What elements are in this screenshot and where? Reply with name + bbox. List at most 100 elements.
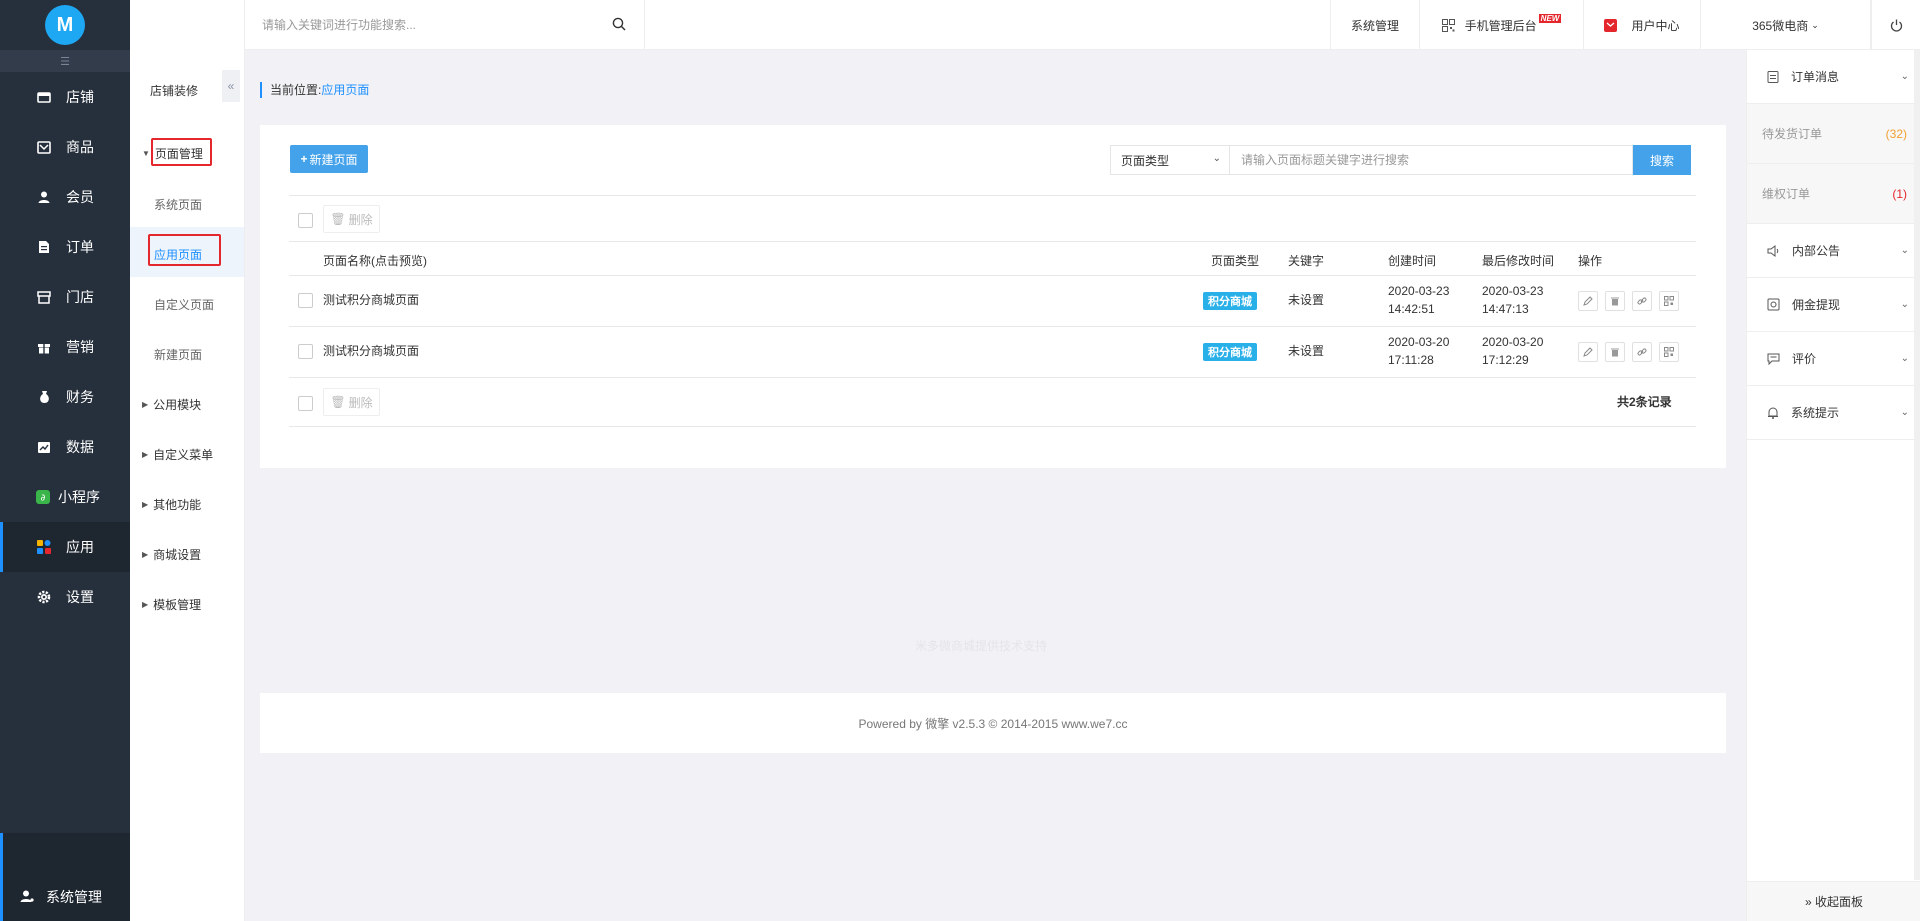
created-date: 2020-03-20 [1388,335,1450,349]
order-messages-section[interactable]: 订单消息 ⌄ [1747,50,1920,104]
row-checkbox[interactable] [298,344,313,359]
qrcode-button[interactable] [1659,342,1679,362]
sidebar-item-goods[interactable]: 商品 [0,122,130,172]
rights-orders-label: 维权订单 [1762,187,1811,201]
sidebar-item-shop[interactable]: 门店 [0,272,130,322]
chevron-down-icon: ⌄ [1212,153,1221,164]
user-center-link[interactable]: 用户中心 [1584,0,1701,50]
page-name-link[interactable]: 测试积分商城页面 [323,291,419,309]
modified-date: 2020-03-20 [1482,335,1544,349]
new-page-button[interactable]: + 新建页面 [290,145,368,173]
sidebar-item-label: 门店 [66,289,94,305]
double-chevron-left-icon: « [227,79,235,93]
logout-button[interactable] [1871,0,1920,50]
plus-icon: + [300,152,308,166]
breadcrumb-current[interactable]: 应用页面 [321,83,369,97]
system-admin-label: 系统管理 [46,889,102,905]
goods-icon [37,140,51,154]
select-all-checkbox-bottom[interactable] [298,396,313,411]
edit-button[interactable] [1578,342,1598,362]
review-section[interactable]: 评价 ⌄ [1747,332,1920,386]
comment-icon [1767,353,1780,365]
collapse-panel-button[interactable]: » 收起面板 [1747,881,1920,921]
page-type-select[interactable]: 页面类型 ⌄ [1110,145,1230,175]
keyword-search-input[interactable] [1241,153,1621,167]
submenu-item-system-pages[interactable]: 系统页面 [154,196,202,213]
function-search [245,0,645,50]
clipboard-icon [1767,70,1779,83]
rights-orders-count: (1) [1892,186,1907,201]
system-manage-link[interactable]: 系统管理 [1330,0,1420,50]
delete-button[interactable] [1605,342,1625,362]
mobile-admin-link[interactable]: 手机管理后台 NEW [1420,0,1584,50]
system-admin-row[interactable]: 系统管理 [20,887,102,907]
shop-switcher[interactable]: 365微电商 ⌄ [1701,0,1871,50]
caret-right-icon: ▶ [142,550,149,559]
power-icon [1890,19,1902,32]
new-page-label: 新建页面 [309,152,358,167]
sidebar-item-data[interactable]: 数据 [0,422,130,472]
created-time: 17:11:28 [1388,353,1434,367]
function-search-input[interactable] [262,18,602,32]
system-manage-label: 系统管理 [1350,18,1399,33]
submenu-item-custom-pages[interactable]: 自定义页面 [154,296,214,313]
chevron-down-icon: ⌄ [1900,71,1909,82]
internal-notice-section[interactable]: 内部公告 ⌄ [1747,224,1920,278]
submenu-group-mall-settings[interactable]: ▶ 商城设置 [142,546,201,563]
sidebar-item-apps[interactable]: 应用 [0,522,130,572]
commission-withdraw-section[interactable]: 佣金提现 ⌄ [1747,278,1920,332]
sidebar-system-admin[interactable]: 系统管理 [0,833,130,921]
highlight-box [151,138,212,166]
sidebar-item-order[interactable]: 订单 [0,222,130,272]
col-header-name: 页面名称(点击预览) [323,254,427,268]
submenu-group-public-modules[interactable]: ▶ 公用模块 [142,396,201,413]
page-type-value: 页面类型 [1121,153,1170,168]
submenu-group-other-functions[interactable]: ▶ 其他功能 [142,496,201,513]
sidebar-item-miniprogram[interactable]: ∂ 小程序 [0,472,130,522]
edit-button[interactable] [1578,291,1598,311]
modified-date: 2020-03-23 [1482,284,1544,298]
logo-area: M [0,0,130,50]
pending-ship-count: (32) [1885,126,1907,141]
order-messages-label: 订单消息 [1791,70,1840,84]
keyword-value: 未设置 [1288,344,1325,358]
sidebar-item-marketing[interactable]: 营销 [0,322,130,372]
select-all-checkbox[interactable] [298,213,313,228]
sidebar-item-store[interactable]: 店铺 [0,72,130,122]
page-name-link[interactable]: 测试积分商城页面 [323,342,419,360]
member-icon [37,190,51,204]
bell-icon [1767,406,1779,419]
copy-link-button[interactable] [1632,342,1652,362]
right-panel-scrollbar[interactable] [1914,50,1920,880]
sidebar-fold-toggle[interactable]: ☰ [0,50,130,72]
pending-ship-orders[interactable]: 待发货订单 (32) [1747,104,1920,164]
pencil-icon [1583,347,1593,357]
sidebar-item-settings[interactable]: 设置 [0,572,130,622]
pending-ship-label: 待发货订单 [1762,127,1823,141]
qrcode-button[interactable] [1659,291,1679,311]
submenu-group-custom-menu[interactable]: ▶ 自定义菜单 [142,446,213,463]
qrcode-icon [1441,18,1455,32]
delete-button[interactable] [1605,291,1625,311]
submenu-collapse-button[interactable]: « [222,70,240,102]
delete-button-top[interactable]: 🗑 删除 [323,205,380,233]
created-time: 14:42:51 [1388,302,1435,316]
submenu-group-template-manage[interactable]: ▶ 模板管理 [142,596,201,613]
new-badge: NEW [1538,13,1562,23]
rights-orders[interactable]: 维权订单 (1) [1747,164,1920,224]
search-icon[interactable] [612,17,626,34]
col-header-actions: 操作 [1578,254,1603,268]
sidebar-item-member[interactable]: 会员 [0,172,130,222]
mobile-admin-label: 手机管理后台 [1464,18,1537,33]
speaker-icon [1767,244,1780,257]
submenu-item-new-page[interactable]: 新建页面 [154,346,202,363]
sidebar-item-finance[interactable]: 财务 [0,372,130,422]
chevron-down-icon: ⌄ [1900,245,1909,256]
app-logo[interactable]: M [45,5,85,45]
system-tips-section[interactable]: 系统提示 ⌄ [1747,386,1920,440]
copy-link-button[interactable] [1632,291,1652,311]
gift-icon [37,340,51,354]
delete-button-bottom[interactable]: 🗑 删除 [323,388,380,416]
row-checkbox[interactable] [298,293,313,308]
search-button[interactable]: 搜索 [1633,145,1691,175]
